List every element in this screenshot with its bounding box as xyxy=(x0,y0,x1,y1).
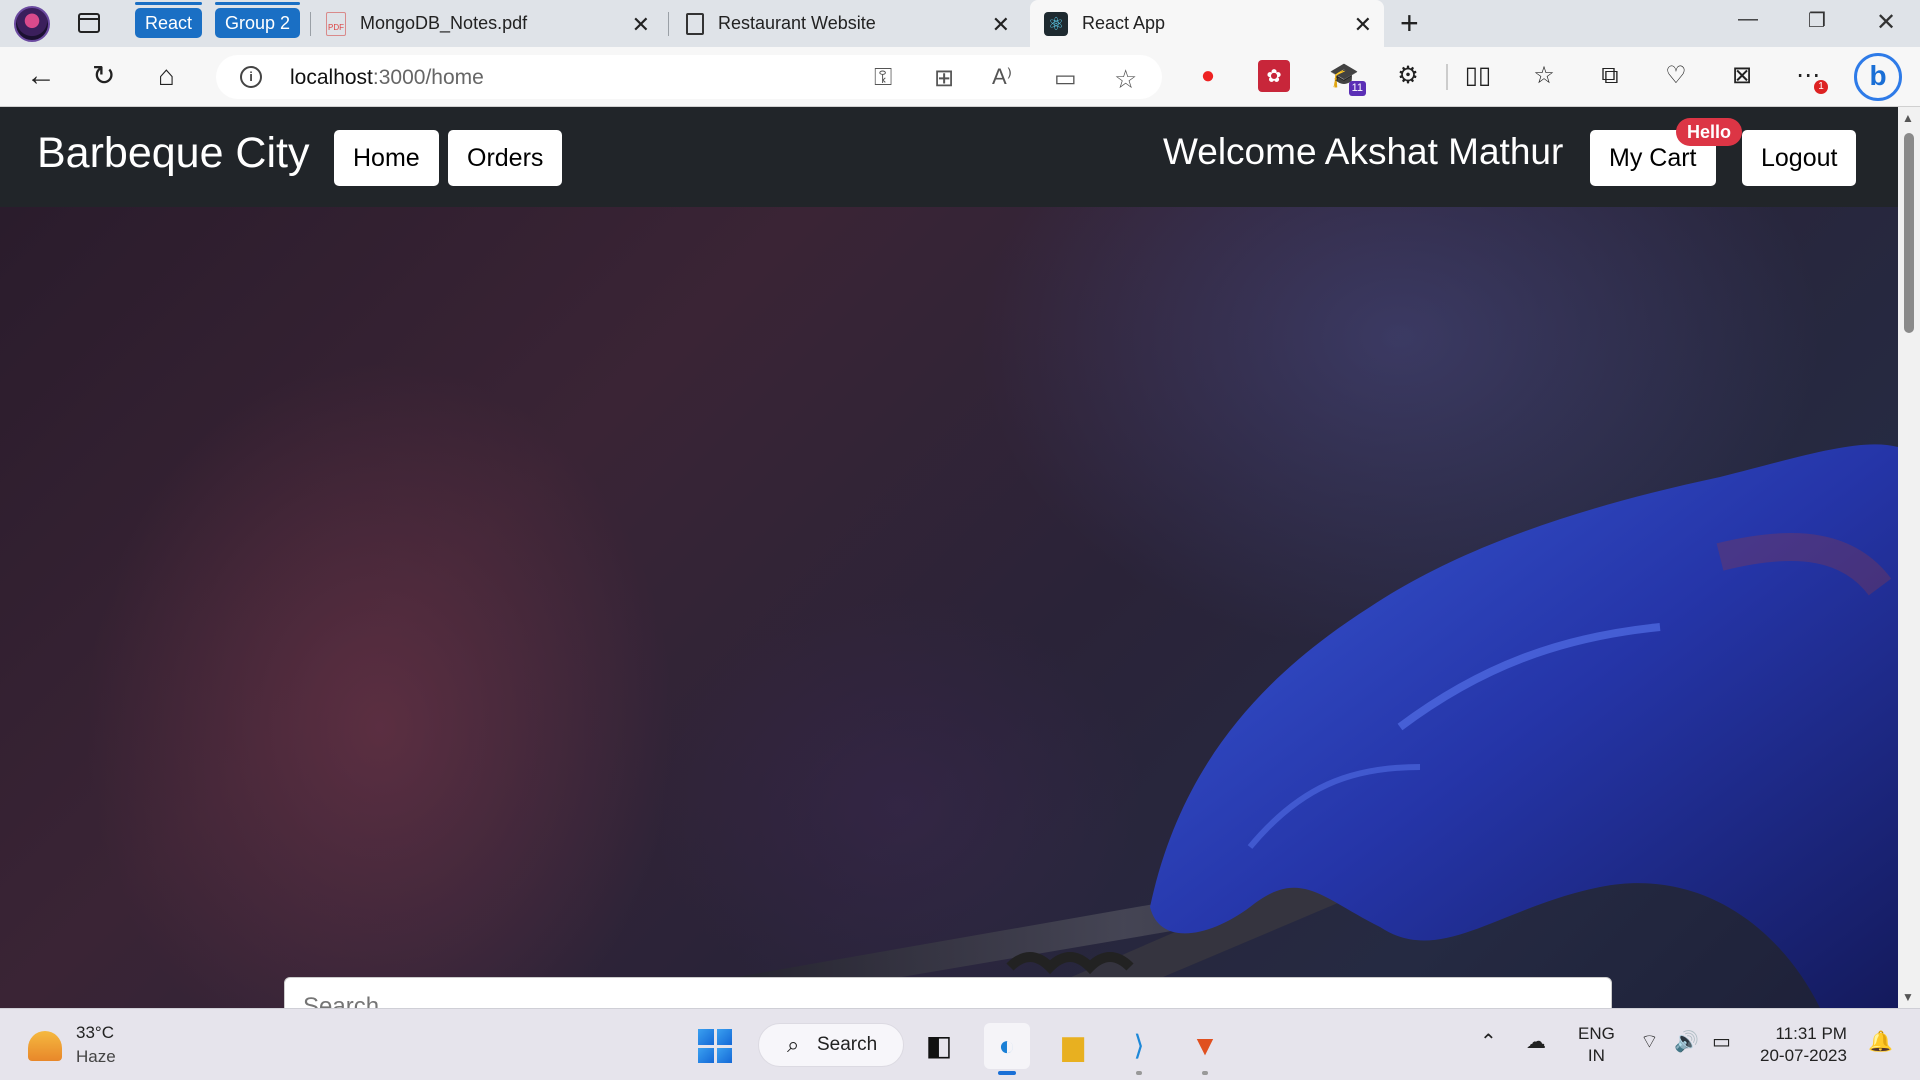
volume-icon[interactable]: 🔊 xyxy=(1674,1029,1699,1054)
edge-browser-icon[interactable]: ◐ xyxy=(984,1023,1030,1075)
split-screen-icon[interactable]: ▯▯ xyxy=(1462,60,1494,92)
battery-icon[interactable]: ▭ xyxy=(1712,1029,1731,1054)
url-text[interactable]: localhost:3000/home xyxy=(290,66,484,90)
scrollbar-thumb[interactable] xyxy=(1904,133,1914,333)
new-tab-button[interactable]: + xyxy=(1400,6,1419,40)
extensions-icon[interactable]: ⚙ xyxy=(1392,60,1424,92)
close-icon[interactable]: ✕ xyxy=(1354,12,1372,38)
read-aloud-icon[interactable]: A⁾ xyxy=(992,64,1012,90)
react-icon: ⚛ xyxy=(1044,11,1068,36)
site-info-icon[interactable]: i xyxy=(240,66,262,88)
site-navbar: Barbeque City Home Orders Welcome Akshat… xyxy=(0,107,1898,207)
notifications-icon[interactable]: 🔔 xyxy=(1868,1029,1893,1054)
web-page: Barbeque City Home Orders Welcome Akshat… xyxy=(0,107,1898,1008)
weather-haze-icon[interactable] xyxy=(28,1031,62,1061)
welcome-message: Welcome Akshat Mathur xyxy=(1163,131,1564,172)
weather-condition[interactable]: Haze xyxy=(76,1047,116,1067)
hero-image xyxy=(0,207,1898,1008)
start-button[interactable] xyxy=(698,1029,732,1063)
tab-actions-icon[interactable] xyxy=(78,13,100,33)
show-hidden-icons-chevron-up-icon[interactable]: ⌃ xyxy=(1480,1029,1497,1054)
file-explorer-icon[interactable]: ▆ xyxy=(1050,1023,1096,1069)
refresh-icon[interactable]: ↻ xyxy=(92,59,115,93)
brand-logo[interactable]: Barbeque City xyxy=(37,129,310,178)
search-icon: ⌕ xyxy=(787,1032,800,1057)
tab-separator xyxy=(668,12,669,36)
tab-title: MongoDB_Notes.pdf xyxy=(360,13,528,33)
scroll-up-arrow-icon[interactable]: ▲ xyxy=(1902,111,1914,125)
tab-group-2[interactable]: Group 2 xyxy=(215,2,301,38)
wifi-icon[interactable]: ⌔ xyxy=(1640,1029,1659,1054)
document-icon xyxy=(686,12,704,35)
red-extension-icon[interactable]: ● xyxy=(1192,60,1224,92)
math-solver-icon[interactable]: ⊠ xyxy=(1726,60,1758,92)
weather-temperature[interactable]: 33°C xyxy=(76,1023,114,1043)
running-indicator xyxy=(1202,1071,1208,1075)
brave-browser-icon[interactable]: ▼ xyxy=(1182,1023,1228,1075)
window-close-button[interactable]: ✕ xyxy=(1876,8,1896,37)
windows-taskbar: 33°C Haze ⌕ Search ◧ ◐ ▆ ⟩ ▼ ⌃ ☁ ENG IN … xyxy=(0,1008,1920,1080)
browser-toolbar: ← ↻ ⌂ i localhost:3000/home ⚿ ⊞ A⁾ ▭ ☆ ●… xyxy=(0,47,1920,107)
logout-button[interactable]: Logout xyxy=(1742,130,1857,186)
back-icon[interactable]: ← xyxy=(26,59,56,93)
browser-tab-strip: React Group 2 PDF MongoDB_Notes.pdf ✕ Re… xyxy=(0,0,1920,47)
running-indicator xyxy=(998,1071,1016,1075)
close-icon[interactable]: ✕ xyxy=(992,12,1010,38)
puzzle-game-extension-icon[interactable]: ✿ xyxy=(1258,60,1290,92)
clock-time: 11:31 PM xyxy=(1775,1024,1847,1043)
search-input[interactable] xyxy=(284,977,1612,1008)
clock-date: 20-07-2023 xyxy=(1760,1046,1847,1065)
taskbar-search[interactable]: ⌕ Search xyxy=(758,1023,904,1067)
address-bar[interactable]: i localhost:3000/home ⚿ ⊞ A⁾ ▭ ☆ xyxy=(216,55,1162,99)
onedrive-cloud-icon[interactable]: ☁ xyxy=(1526,1029,1546,1054)
tab-group-react[interactable]: React xyxy=(135,2,203,38)
input-language[interactable]: ENG IN xyxy=(1578,1023,1615,1067)
tab-separator xyxy=(310,12,311,36)
taskbar-search-label: Search xyxy=(817,1034,878,1055)
tab-mongodb-notes[interactable]: PDF MongoDB_Notes.pdf ✕ xyxy=(322,0,662,47)
toolbar-divider xyxy=(1446,64,1448,90)
wallet-icon[interactable]: ▭ xyxy=(1054,64,1077,93)
favorite-star-icon[interactable]: ☆ xyxy=(1114,64,1137,95)
more-options-icon[interactable]: ⋯ 1 xyxy=(1792,60,1828,94)
tab-restaurant-website[interactable]: Restaurant Website ✕ xyxy=(682,0,1022,47)
collections-icon[interactable]: ⧉ xyxy=(1594,60,1626,92)
page-scrollbar[interactable]: ▲ ▼ xyxy=(1898,107,1920,1008)
favorites-icon[interactable]: ☆ xyxy=(1528,60,1560,92)
restore-button[interactable]: ❐ xyxy=(1808,8,1826,33)
profile-avatar[interactable] xyxy=(14,6,50,42)
vscode-icon[interactable]: ⟩ xyxy=(1116,1023,1162,1075)
clock[interactable]: 11:31 PM 20-07-2023 xyxy=(1760,1023,1847,1067)
apps-icon[interactable]: ⊞ xyxy=(934,64,954,93)
bing-copilot-icon[interactable]: b xyxy=(1854,53,1902,101)
graduation-cap-extension-icon[interactable]: 🎓 11 xyxy=(1328,60,1366,96)
nav-home-button[interactable]: Home xyxy=(334,130,439,186)
tab-title: Restaurant Website xyxy=(718,13,876,33)
cart-badge: Hello xyxy=(1676,118,1743,146)
tab-react-app[interactable]: ⚛ React App ✕ xyxy=(1030,0,1384,47)
language-code: ENG xyxy=(1578,1024,1615,1043)
gloved-hand-with-tongs-image xyxy=(560,444,1898,1008)
region-code: IN xyxy=(1587,1046,1605,1065)
scroll-down-arrow-icon[interactable]: ▼ xyxy=(1902,990,1914,1004)
running-indicator xyxy=(1136,1071,1142,1075)
task-view-icon[interactable]: ◧ xyxy=(916,1023,962,1069)
minimize-button[interactable]: — xyxy=(1738,8,1758,31)
close-icon[interactable]: ✕ xyxy=(632,12,650,38)
password-key-icon[interactable]: ⚿ xyxy=(874,64,892,92)
pdf-icon: PDF xyxy=(326,11,346,36)
tab-title: React App xyxy=(1082,13,1166,33)
nav-orders-button[interactable]: Orders xyxy=(448,130,563,186)
home-icon[interactable]: ⌂ xyxy=(158,59,175,93)
browser-essentials-icon[interactable]: ♡ xyxy=(1660,60,1692,92)
